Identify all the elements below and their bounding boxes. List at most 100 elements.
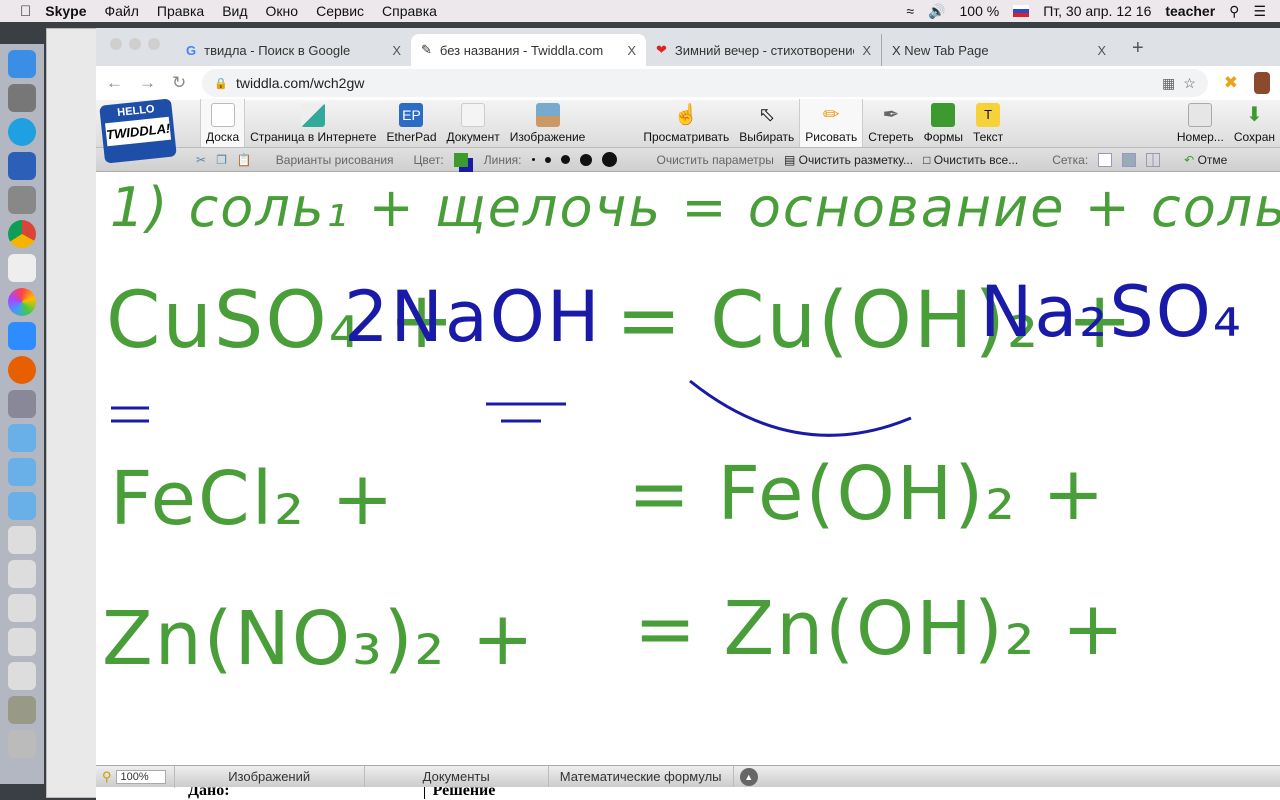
battery-status[interactable]: 100 % bbox=[960, 3, 1000, 19]
back-icon[interactable]: ← bbox=[106, 73, 123, 93]
document-icon[interactable] bbox=[8, 662, 36, 690]
line-width-5[interactable] bbox=[601, 152, 617, 167]
eq2-product: = Fe(OH)₂ + bbox=[628, 451, 1107, 537]
tab-google[interactable]: Gтвидла - Поиск в Google X bbox=[176, 34, 411, 66]
pencil-icon: ✎ bbox=[421, 42, 432, 57]
close-tab-icon[interactable]: X bbox=[1097, 43, 1106, 58]
trash-icon[interactable] bbox=[8, 730, 36, 758]
tool-save[interactable]: ⬇ Сохран bbox=[1229, 99, 1280, 147]
folder-icon[interactable] bbox=[8, 424, 36, 452]
underline-mark bbox=[486, 402, 566, 423]
apple-icon[interactable]:  bbox=[20, 3, 31, 20]
paste-icon[interactable]: 📋 bbox=[237, 153, 252, 167]
whiteboard-canvas[interactable]: 1) соль₁ + щелочь = основание + соль₂ Cu… bbox=[96, 176, 1280, 764]
new-tab-button[interactable]: + bbox=[1132, 37, 1144, 60]
notification-center-icon[interactable]: ☰ bbox=[1253, 3, 1266, 20]
word-icon[interactable] bbox=[8, 152, 36, 180]
clear-markup-button[interactable]: ▤ Очистить разметку... bbox=[784, 153, 913, 167]
twiddla-logo[interactable]: HELLO TWIDDLA! bbox=[99, 98, 177, 164]
tool-whiteboard[interactable]: Доска bbox=[200, 99, 246, 147]
close-tab-icon[interactable]: X bbox=[392, 43, 401, 58]
tool-image[interactable]: Изображение bbox=[505, 99, 591, 147]
tool-shapes[interactable]: Формы bbox=[919, 99, 968, 147]
grid-dense-button[interactable] bbox=[1122, 152, 1137, 167]
menu-edit[interactable]: Правка bbox=[157, 3, 204, 19]
images-tab[interactable]: Изображений bbox=[173, 765, 364, 788]
menu-bar:  Skype Файл Правка Вид Окно Сервис Спра… bbox=[0, 0, 1280, 22]
volume-icon[interactable]: 🔊 bbox=[928, 3, 945, 20]
eraser-icon: ✒ bbox=[882, 104, 900, 126]
preview-icon[interactable] bbox=[8, 390, 36, 418]
spotlight-search-icon[interactable]: ⚲ bbox=[1229, 3, 1239, 20]
forward-icon[interactable]: → bbox=[139, 73, 156, 93]
grid-none-button[interactable] bbox=[1098, 152, 1113, 167]
document-icon[interactable] bbox=[8, 628, 36, 656]
math-formulas-tab[interactable]: Математические формулы bbox=[547, 765, 734, 788]
expand-panel-icon[interactable]: ▲ bbox=[739, 767, 758, 786]
arrow-cursor-icon: ⬁ bbox=[758, 104, 776, 126]
finder-icon[interactable] bbox=[8, 50, 36, 78]
menu-view[interactable]: Вид bbox=[222, 3, 247, 19]
menu-tools[interactable]: Сервис bbox=[316, 3, 364, 19]
tool-draw[interactable]: ✏ Рисовать bbox=[799, 99, 864, 147]
wifi-icon[interactable]: ≈ bbox=[906, 3, 914, 19]
launchpad-icon[interactable] bbox=[8, 84, 36, 112]
reload-icon[interactable]: ↻ bbox=[172, 73, 186, 93]
translate-icon[interactable]: ▦ bbox=[1162, 75, 1175, 92]
photo-icon[interactable] bbox=[8, 696, 36, 724]
user-name[interactable]: teacher bbox=[1165, 3, 1215, 19]
line-width-1[interactable] bbox=[531, 158, 535, 161]
menu-window[interactable]: Окно bbox=[266, 3, 299, 19]
tool-erase[interactable]: ✒ Стереть bbox=[863, 99, 918, 147]
heart-icon: ❤ bbox=[656, 42, 667, 57]
document-icon[interactable] bbox=[8, 594, 36, 622]
color-swatch[interactable] bbox=[453, 152, 468, 167]
document-icon[interactable] bbox=[8, 560, 36, 588]
dock bbox=[0, 44, 44, 784]
clear-params-button[interactable]: Очистить параметры bbox=[657, 153, 774, 167]
photos-icon[interactable] bbox=[8, 288, 36, 316]
menu-help[interactable]: Справка bbox=[382, 3, 437, 19]
tool-browse[interactable]: ☝ Просматривать bbox=[638, 99, 734, 147]
url-field[interactable]: 🔒 twiddla.com/wch2gw ▦ ☆ bbox=[202, 69, 1208, 97]
system-preferences-icon[interactable] bbox=[8, 186, 36, 214]
bookmark-star-icon[interactable]: ☆ bbox=[1183, 75, 1196, 92]
cut-icon[interactable]: ✂ bbox=[196, 153, 206, 167]
tool-webpage[interactable]: Страница в Интернете bbox=[245, 99, 381, 147]
line-width-4[interactable] bbox=[579, 153, 592, 166]
clear-all-button[interactable]: □ Очистить все... bbox=[923, 153, 1018, 167]
firefox-icon[interactable] bbox=[8, 356, 36, 384]
tab-new[interactable]: X New Tab Page X bbox=[881, 34, 1116, 66]
undo-button[interactable]: ↶ Отме bbox=[1184, 153, 1227, 167]
tab-twiddla[interactable]: ✎ без названия - Twiddla.com X bbox=[411, 34, 646, 66]
close-tab-icon[interactable]: X bbox=[862, 43, 871, 58]
extension-icon[interactable]: ✖ bbox=[1224, 73, 1238, 93]
grid-quad-button[interactable] bbox=[1146, 152, 1161, 167]
clock[interactable]: Пт, 30 апр. 12 16 bbox=[1043, 3, 1151, 19]
downloads-folder-icon[interactable] bbox=[8, 492, 36, 520]
app-menu[interactable]: Skype bbox=[45, 3, 86, 19]
line-width-3[interactable] bbox=[560, 155, 570, 164]
tool-number[interactable]: Номер... bbox=[1172, 99, 1229, 147]
zoom-select[interactable]: 100% bbox=[115, 769, 166, 784]
tool-document[interactable]: Документ bbox=[442, 99, 505, 147]
applications-folder-icon[interactable] bbox=[8, 458, 36, 486]
close-tab-icon[interactable]: X bbox=[627, 43, 636, 58]
window-controls[interactable] bbox=[110, 38, 160, 50]
skype-icon[interactable] bbox=[8, 118, 36, 146]
tool-select[interactable]: ⬁ Выбирать bbox=[734, 99, 799, 147]
tab-poem[interactable]: ❤ Зимний вечер - стихотворение X bbox=[646, 34, 881, 66]
tool-etherpad[interactable]: EP EtherPad bbox=[381, 99, 441, 147]
profile-avatar[interactable] bbox=[1254, 72, 1270, 94]
line-width-2[interactable] bbox=[544, 156, 551, 163]
menu-file[interactable]: Файл bbox=[105, 3, 139, 19]
zoom-icon[interactable] bbox=[8, 322, 36, 350]
input-source-flag-icon[interactable] bbox=[1013, 5, 1030, 17]
document-icon[interactable] bbox=[8, 526, 36, 554]
keyboard-icon[interactable] bbox=[8, 254, 36, 282]
copy-icon[interactable]: ❐ bbox=[216, 153, 227, 167]
documents-tab[interactable]: Документы bbox=[363, 765, 548, 788]
chrome-icon[interactable] bbox=[8, 220, 36, 248]
tool-text[interactable]: T Текст bbox=[968, 99, 1008, 147]
precipitate-arc bbox=[689, 379, 912, 437]
